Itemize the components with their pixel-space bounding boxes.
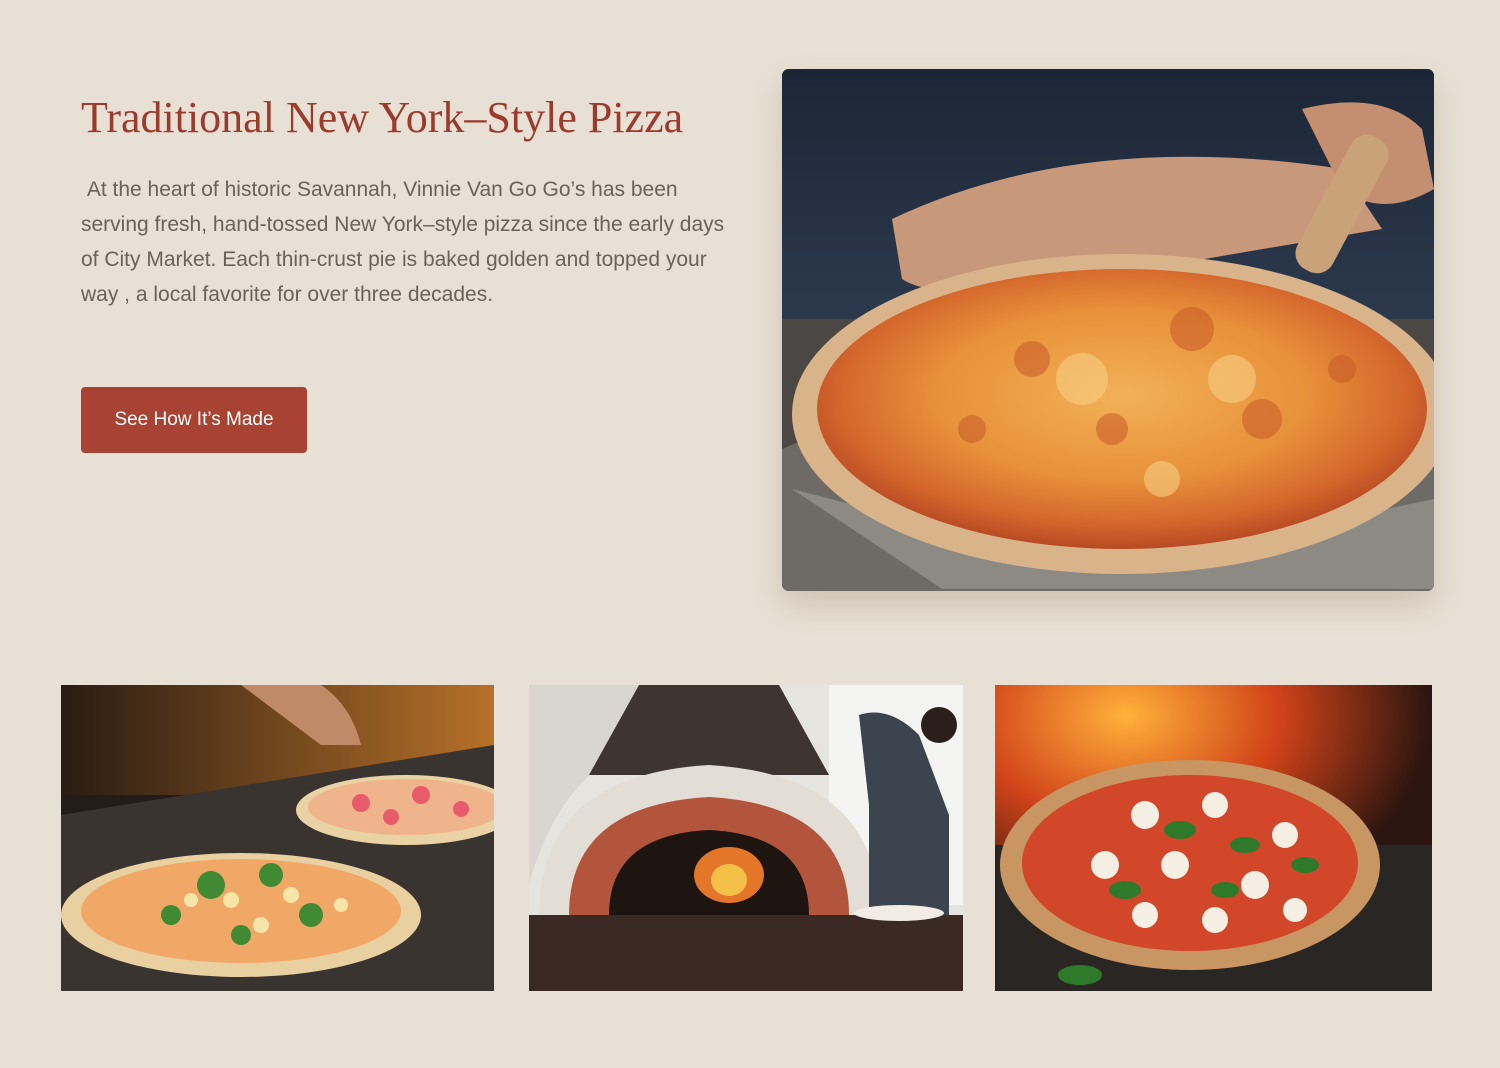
intro-section: Traditional New York–Style Pizza At the … <box>81 92 731 312</box>
gallery-photo-margherita-pizza <box>995 685 1432 991</box>
section-description: At the heart of historic Savannah, Vinni… <box>81 178 731 306</box>
gallery-photo-topping-pizzas <box>61 685 494 991</box>
see-how-its-made-button[interactable]: See How It’s Made <box>81 387 307 453</box>
section-title: Traditional New York–Style Pizza <box>81 93 684 142</box>
gallery-photo-brick-oven <box>529 685 963 991</box>
hero-pizza-photo <box>782 69 1434 591</box>
page: Traditional New York–Style Pizza At the … <box>0 0 1500 1068</box>
